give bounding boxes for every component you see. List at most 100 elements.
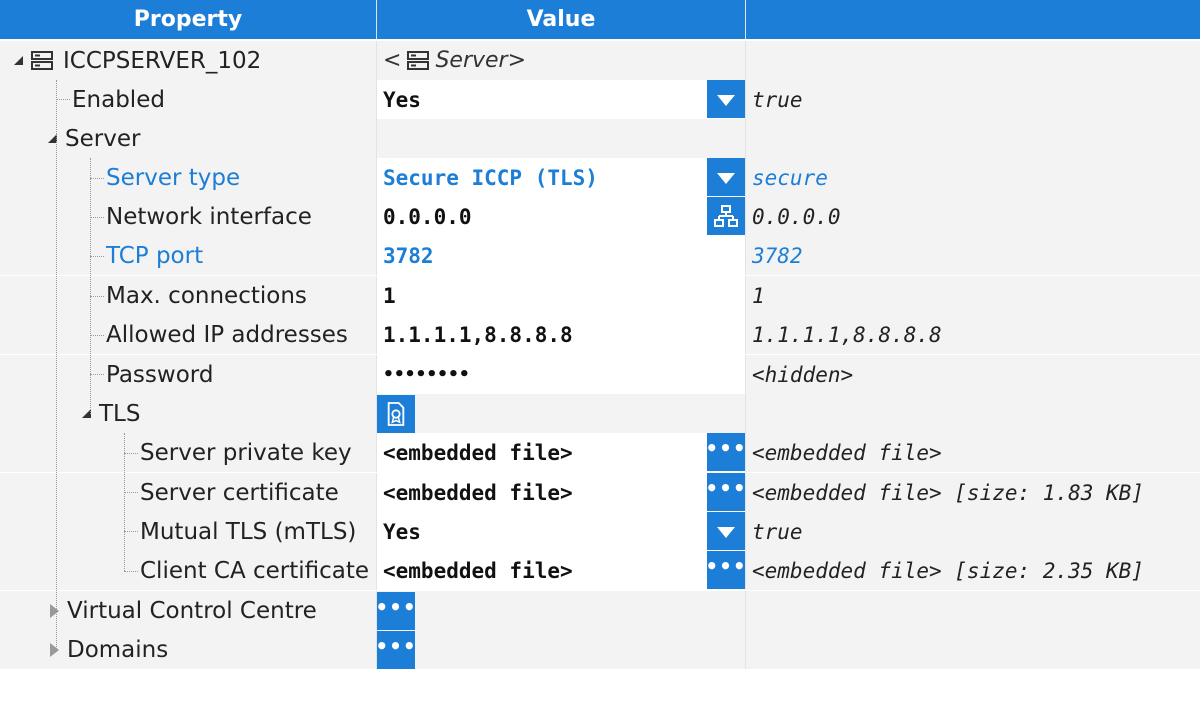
value-text: •••••••• [383, 364, 470, 385]
raw-cell [746, 630, 1200, 669]
dropdown-button[interactable] [707, 512, 745, 550]
row-iccpserver[interactable]: ICCPSERVER_102 < Server> [0, 41, 1200, 80]
expand-icon[interactable] [50, 603, 59, 618]
raw-cell: 0.0.0.0 [746, 197, 1200, 236]
value-text: Secure ICCP (TLS) [383, 165, 598, 190]
dropdown-button[interactable] [707, 158, 745, 196]
raw-cell: true [746, 80, 1200, 119]
raw-cell: <hidden> [746, 355, 1200, 394]
chevron-down-icon [717, 94, 735, 106]
value-cell[interactable]: 1.1.1.1,8.8.8.8 [377, 315, 746, 354]
raw-cell [746, 119, 1200, 158]
tree-guide [124, 492, 138, 493]
row-domains[interactable]: Domains ••• [0, 630, 1200, 669]
value-cell[interactable]: <embedded file> ••• [377, 433, 746, 472]
row-mutual-tls[interactable]: Mutual TLS (mTLS) Yes true [0, 512, 1200, 551]
certificate-button[interactable] [377, 394, 415, 433]
tree-guide [90, 178, 104, 179]
ellipsis-icon: ••• [377, 633, 417, 658]
row-label: Client CA certificate [140, 557, 370, 584]
tree-guide [90, 217, 104, 218]
tree-guide [90, 296, 104, 297]
value-text: <embedded file> [383, 558, 573, 583]
row-label: Server certificate [140, 479, 339, 506]
ellipsis-icon: ••• [705, 554, 746, 578]
row-tls[interactable]: TLS [0, 394, 1200, 433]
raw-cell: <embedded file> [746, 433, 1200, 472]
row-server-private-key[interactable]: Server private key <embedded file> ••• <… [0, 433, 1200, 472]
network-picker-button[interactable] [707, 197, 745, 235]
value-text: Server> [435, 48, 527, 73]
row-label: Mutual TLS (mTLS) [140, 518, 357, 545]
expand-icon[interactable] [50, 642, 59, 657]
value-text: 1.1.1.1,8.8.8.8 [383, 322, 573, 347]
value-prefix: < [383, 48, 402, 73]
value-cell[interactable]: <embedded file> ••• [377, 551, 746, 590]
value-cell[interactable]: Yes [377, 512, 746, 551]
value-cell [377, 394, 746, 433]
browse-button[interactable]: ••• [705, 551, 746, 589]
row-max-connections[interactable]: Max. connections 1 1 [0, 276, 1200, 315]
property-cell[interactable]: ICCPSERVER_102 [0, 41, 377, 80]
tree-guide [56, 142, 57, 649]
value-cell[interactable]: 3782 [377, 236, 746, 275]
row-server-type[interactable]: Server type Secure ICCP (TLS) secure [0, 158, 1200, 197]
ellipsis-icon: ••• [705, 436, 746, 460]
value-cell[interactable]: Secure ICCP (TLS) [377, 158, 746, 197]
raw-cell: 1.1.1.1,8.8.8.8 [746, 315, 1200, 354]
tree-guide [124, 453, 138, 454]
row-label: TCP port [106, 242, 204, 269]
value-text: 0.0.0.0 [383, 204, 472, 229]
row-server-certificate[interactable]: Server certificate <embedded file> ••• <… [0, 473, 1200, 512]
edit-button[interactable]: ••• [377, 630, 417, 669]
row-label: Password [106, 361, 214, 388]
collapse-icon[interactable] [14, 56, 23, 65]
value-cell[interactable]: 0.0.0.0 [377, 197, 746, 236]
value-text: Yes [383, 519, 421, 544]
row-label: ICCPSERVER_102 [63, 47, 262, 74]
raw-cell [746, 41, 1200, 80]
tree-guide [124, 531, 138, 532]
value-text: 1 [383, 283, 396, 308]
row-label: Domains [67, 636, 169, 663]
row-network-interface[interactable]: Network interface 0.0.0.0 0.0.0.0 [0, 197, 1200, 236]
row-label: Network interface [106, 203, 312, 230]
row-client-ca-certificate[interactable]: Client CA certificate <embedded file> ••… [0, 551, 1200, 590]
tree-guide [90, 335, 104, 336]
raw-cell [746, 591, 1200, 630]
row-tcp-port[interactable]: TCP port 3782 3782 [0, 236, 1200, 275]
value-cell: ••• [377, 591, 746, 630]
raw-cell [746, 394, 1200, 433]
column-header-value[interactable]: Value [377, 0, 746, 39]
dropdown-button[interactable] [707, 80, 745, 118]
column-header-raw [746, 0, 1200, 39]
value-text: <embedded file> [383, 440, 573, 465]
column-header-property[interactable]: Property [0, 0, 377, 39]
row-password[interactable]: Password •••••••• <hidden> [0, 355, 1200, 394]
row-enabled[interactable]: Enabled Yes true [0, 80, 1200, 119]
ellipsis-icon: ••• [377, 594, 417, 619]
row-label: Server [65, 125, 141, 152]
tree-guide [56, 99, 70, 100]
value-cell[interactable]: 1 [377, 276, 746, 315]
raw-cell: secure [746, 158, 1200, 197]
chevron-down-icon [717, 172, 735, 184]
row-virtual-control-centre[interactable]: Virtual Control Centre ••• [0, 591, 1200, 630]
row-allowed-ip[interactable]: Allowed IP addresses 1.1.1.1,8.8.8.8 1.1… [0, 315, 1200, 354]
network-icon [714, 205, 738, 227]
tree-guide [90, 256, 104, 257]
value-text: Yes [383, 87, 421, 112]
browse-button[interactable]: ••• [705, 433, 746, 471]
row-label: Allowed IP addresses [106, 321, 348, 348]
value-cell[interactable]: Yes [377, 80, 746, 119]
edit-button[interactable]: ••• [377, 591, 417, 630]
value-text: 3782 [383, 243, 434, 268]
browse-button[interactable]: ••• [705, 473, 745, 511]
raw-cell: <embedded file> [size: 1.83 KB] [746, 473, 1200, 512]
value-cell[interactable]: <embedded file> ••• [377, 473, 746, 512]
row-label: Virtual Control Centre [67, 597, 317, 624]
password-field[interactable]: •••••••• [377, 355, 746, 394]
row-server[interactable]: Server [0, 119, 1200, 158]
row-label: TLS [99, 400, 141, 427]
server-icon [31, 50, 53, 70]
